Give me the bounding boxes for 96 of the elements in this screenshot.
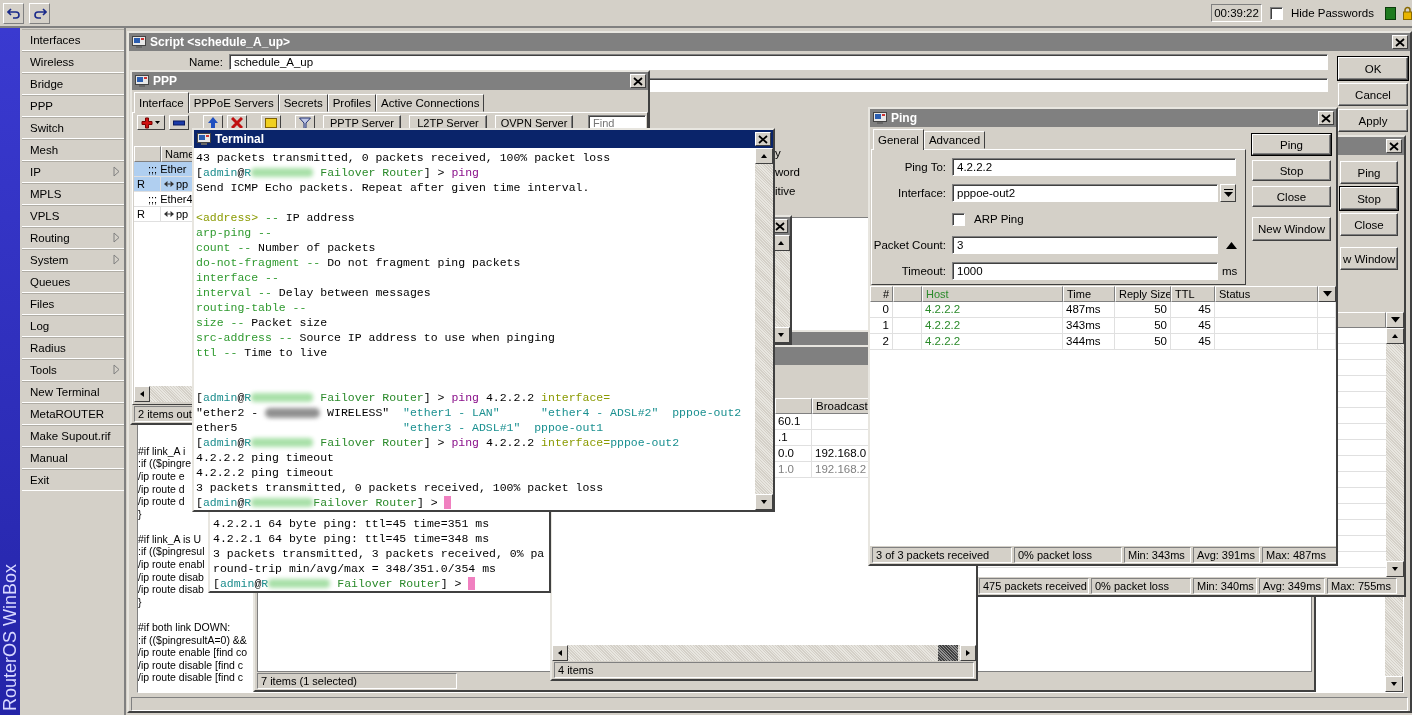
terminal-line: interval -- Delay between messages — [196, 285, 431, 300]
status-text: 4 items — [554, 662, 974, 678]
terminal-line: 43 packets transmitted, 0 packets received, 100% packet loss — [196, 150, 611, 165]
table-cell: 50 — [1115, 318, 1171, 334]
terminal-line: [admin@R Failover Router] > ping 4.2.2.2 interface=pppoe-out2 — [196, 435, 680, 450]
table-cell: 343ms — [1063, 318, 1115, 334]
code-line: /ip route disab — [138, 570, 204, 584]
code-line: :if (($pingresul — [138, 545, 205, 559]
terminal-line: [admin@R Failover Router] > — [196, 495, 452, 510]
table-cell: pp — [176, 207, 189, 221]
code-line: } — [138, 507, 142, 521]
table-cell: 344ms — [1063, 334, 1115, 350]
table-cell: 2 — [870, 334, 893, 350]
table-cell: R — [134, 177, 161, 192]
table-cell: 45 — [1171, 334, 1215, 350]
table-cell: 4.2.2.2 — [922, 334, 1063, 350]
status-text: 3 of 3 packets received — [872, 547, 1012, 563]
table-cell: 0 — [870, 302, 893, 318]
code-line: #if both link DOWN: — [138, 621, 231, 634]
option-label: word — [775, 165, 800, 180]
table-cell: R — [134, 207, 161, 222]
terminal-line: <address> -- IP address — [196, 210, 355, 225]
window-title: Ping — [891, 111, 917, 125]
code-line: #if link_A is U — [138, 532, 202, 546]
column-header: Time — [1063, 286, 1115, 302]
table-cell: 4.2.2.2 — [922, 318, 1063, 334]
checkbox-label: ARP Ping — [974, 213, 1024, 225]
terminal-line: 3 packets transmitted, 0 packets received, 100% packet loss — [196, 480, 604, 495]
terminal-line: do-not-fragment -- Do not fragment ping packets — [196, 255, 521, 270]
status-text: Max: 487ms — [1262, 547, 1336, 563]
terminal-line: interface -- — [196, 270, 279, 285]
code-line: /ip route disable [find c — [138, 671, 244, 684]
code-line: :if (($pingresultA=0) && — [138, 633, 247, 647]
table-cell: 45 — [1171, 318, 1215, 334]
terminal-line: arp-ping -- — [196, 225, 272, 240]
table-cell: pp — [176, 177, 189, 191]
field-label: Ping To: — [903, 161, 946, 173]
code-line: /ip route d — [138, 495, 185, 508]
clock-display: 00:39:22 — [1211, 4, 1262, 22]
status-text: Min: 340ms — [1193, 578, 1257, 594]
terminal-line: [admin@R Failover Router] > ping — [196, 165, 479, 180]
code-line: /ip route enable [find co — [138, 646, 248, 659]
option-label: itive — [775, 184, 796, 199]
code-line: /ip route e — [138, 469, 185, 483]
terminal-line: 4.2.2.2 ping timeout — [196, 450, 335, 465]
terminal-line: [admin@R Failover Router] > ping 4.2.2.2 interface= — [196, 390, 611, 405]
status-text: 0% packet loss — [1091, 578, 1191, 594]
terminal-line: 3 packets transmitted, 3 packets received, 0% pa — [213, 546, 545, 561]
window-title: Terminal — [215, 132, 265, 146]
status-text: 475 packets received — [979, 578, 1089, 594]
table-cell: 50 — [1115, 334, 1171, 350]
code-line: :if (($pingre — [138, 457, 192, 470]
code-line: /ip route disab — [138, 583, 204, 596]
field-label: Name: — [189, 56, 223, 68]
column-header: Status — [1215, 286, 1318, 302]
status-text: Avg: 391ms — [1193, 547, 1260, 563]
window-title: Script <schedule_A_up> — [150, 35, 291, 49]
column-header: Broadcast — [812, 398, 870, 414]
table-cell: 50 — [1115, 302, 1171, 318]
window-title: PPP — [153, 74, 177, 88]
option-label: y — [775, 146, 781, 161]
table-cell: 1 — [870, 318, 893, 334]
status-text: 0% packet loss — [1014, 547, 1122, 563]
terminal-line: 4.2.2.2 ping timeout — [196, 465, 335, 480]
field-label: Packet Count: — [872, 239, 946, 251]
terminal-line: src-address -- Source IP address to use when pinging — [196, 330, 555, 345]
code-line: /ip route enabl — [138, 558, 205, 571]
column-header: TTL — [1171, 286, 1215, 302]
brand-title: RouterOS WinBox — [0, 563, 20, 711]
terminal-line: round-trip min/avg/max = 348/351.0/354 ms — [213, 561, 496, 576]
terminal-line: ttl -- Time to live — [196, 345, 328, 360]
terminal-line: 4.2.2.1 64 byte ping: ttl=45 time=348 ms — [213, 531, 490, 546]
table-cell: 4.2.2.2 — [922, 302, 1063, 318]
table-cell: 45 — [1171, 302, 1215, 318]
status-text: 7 items (1 selected) — [257, 673, 457, 689]
column-header: # — [870, 286, 893, 302]
column-header: Host — [922, 286, 1063, 302]
table-cell: 487ms — [1063, 302, 1115, 318]
status-text: Avg: 349ms — [1259, 578, 1325, 594]
terminal-line: routing-table -- — [196, 300, 307, 315]
unit-label: ms — [1222, 265, 1238, 277]
terminal-line: 4.2.2.1 64 byte ping: ttl=45 time=351 ms — [213, 516, 490, 531]
field-label: Interface: — [897, 187, 946, 199]
status-text: Max: 755ms — [1327, 578, 1397, 594]
terminal-line: [admin@R Failover Router] > — [213, 576, 476, 591]
code-line: /ip route disable [find c — [138, 658, 244, 672]
terminal-line: Send ICMP Echo packets. Repeat after given time interval. — [196, 180, 590, 195]
terminal-line: ether5 "ether3 - ADSL#1" pppoe-out1 — [196, 420, 604, 435]
checkbox-label: Hide Passwords — [1290, 7, 1374, 19]
code-line: } — [138, 595, 142, 609]
terminal-line: count -- Number of packets — [196, 240, 376, 255]
code-line: /ip route d — [138, 482, 185, 496]
code-line: #if link_A i — [138, 444, 186, 458]
field-label: Timeout: — [900, 265, 946, 277]
terminal-line: size -- Packet size — [196, 315, 328, 330]
status-text: Min: 343ms — [1124, 547, 1191, 563]
